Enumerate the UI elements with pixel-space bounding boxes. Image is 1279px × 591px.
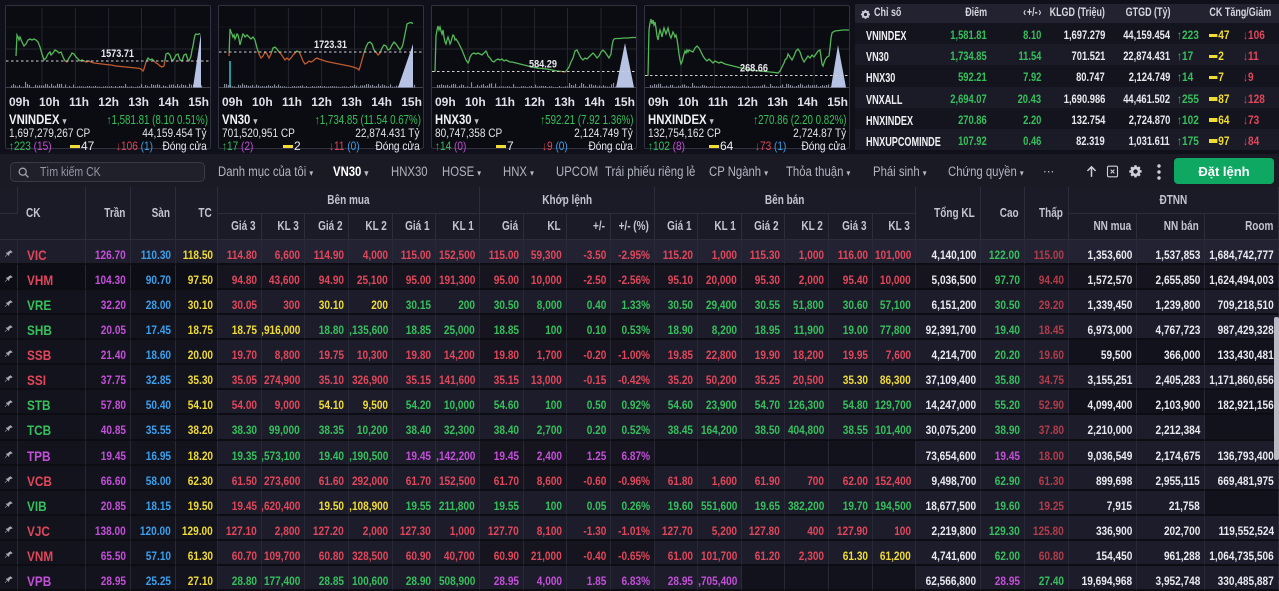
svg-text:268.66: 268.66 <box>740 63 768 75</box>
svg-text:584.29: 584.29 <box>529 59 557 71</box>
svg-text:1723.31: 1723.31 <box>314 39 347 51</box>
svg-text:1573.71: 1573.71 <box>101 48 134 60</box>
